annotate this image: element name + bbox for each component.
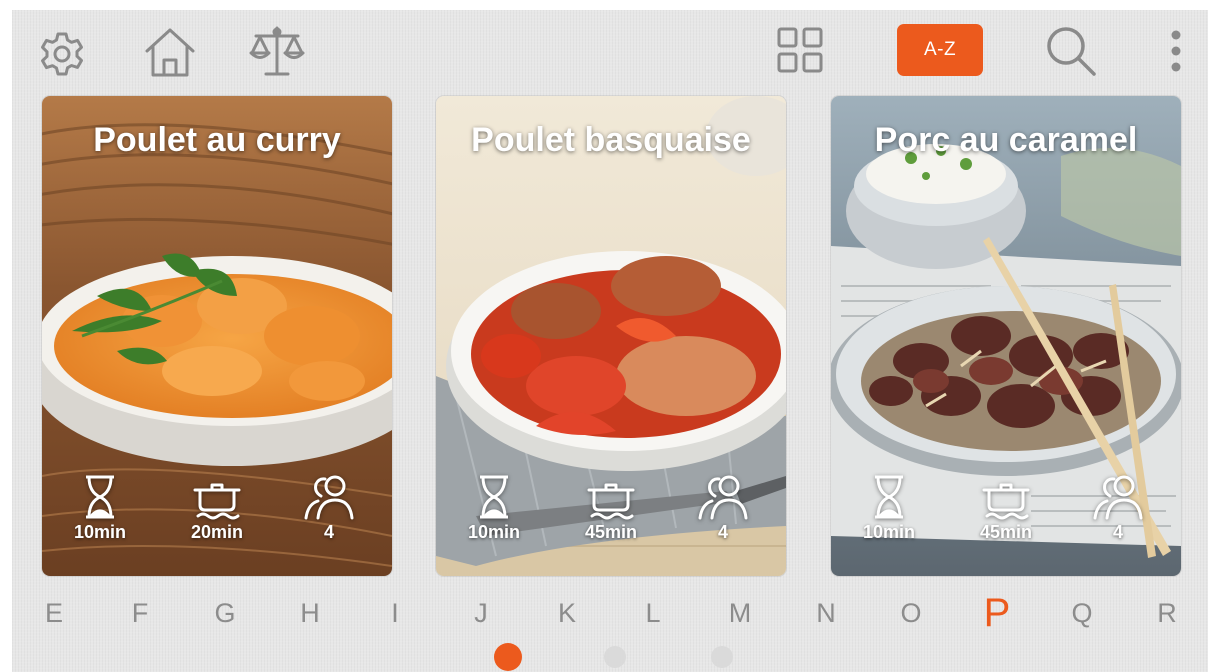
home-icon[interactable] xyxy=(142,24,198,80)
letter-f[interactable]: F xyxy=(110,588,170,638)
cooking-pot-icon xyxy=(982,483,1030,520)
letter-o[interactable]: O xyxy=(881,588,941,638)
cooking-pot-icon xyxy=(193,483,241,520)
cook-time: 45min xyxy=(566,474,656,543)
hourglass-icon xyxy=(875,475,903,519)
people-icon xyxy=(698,475,748,520)
recipe-title: Poulet au curry xyxy=(93,121,341,159)
letter-j[interactable]: J xyxy=(451,588,511,638)
scale-icon[interactable] xyxy=(248,22,306,80)
recipe-card-porc-au-caramel[interactable]: Porc au caramel 10min 45min 4 xyxy=(831,96,1181,576)
letter-n[interactable]: N xyxy=(796,588,856,638)
letter-h[interactable]: H xyxy=(280,588,340,638)
search-icon[interactable] xyxy=(1044,24,1098,78)
letter-i[interactable]: I xyxy=(365,588,425,638)
cook-time-value: 20min xyxy=(190,522,244,542)
letter-g[interactable]: G xyxy=(195,588,255,638)
letter-e[interactable]: E xyxy=(24,588,84,638)
cook-time-value: 45min xyxy=(584,522,638,542)
recipe-card-poulet-basquaise[interactable]: Poulet basquaise 10min 45min 4 xyxy=(436,96,786,576)
servings-value: 4 xyxy=(323,522,334,542)
hourglass-icon xyxy=(480,475,508,519)
letter-m[interactable]: M xyxy=(710,588,770,638)
recipe-title: Porc au caramel xyxy=(874,121,1138,159)
prep-time-value: 10min xyxy=(467,522,521,542)
recipe-title: Poulet basquaise xyxy=(471,121,751,159)
cook-time: 45min xyxy=(961,474,1051,543)
servings: 4 xyxy=(678,474,768,543)
grid-view-icon[interactable] xyxy=(776,26,824,74)
letter-r[interactable]: R xyxy=(1137,588,1197,638)
cook-time: 20min xyxy=(172,474,262,543)
prep-time: 10min xyxy=(55,474,145,543)
recipe-card-poulet-au-curry[interactable]: Poulet au curry 10min 20min 4 xyxy=(42,96,392,576)
page-dot-1[interactable] xyxy=(494,643,522,671)
letter-q[interactable]: Q xyxy=(1052,588,1112,638)
hourglass-icon xyxy=(86,475,114,519)
page-dot-3[interactable] xyxy=(711,646,733,668)
prep-time-value: 10min xyxy=(862,522,916,542)
prep-time-value: 10min xyxy=(73,522,127,542)
cooking-pot-icon xyxy=(587,483,635,520)
recipe-browser-screen: A-Z Poulet au curry 10min 20min 4 Poulet… xyxy=(12,10,1208,672)
people-icon xyxy=(304,475,354,520)
page-dot-2[interactable] xyxy=(604,646,626,668)
servings: 4 xyxy=(1073,474,1163,543)
people-icon xyxy=(1093,475,1143,520)
servings-value: 4 xyxy=(717,522,728,542)
letter-l[interactable]: L xyxy=(623,588,683,638)
prep-time: 10min xyxy=(449,474,539,543)
letter-p[interactable]: P xyxy=(967,588,1027,638)
servings: 4 xyxy=(284,474,374,543)
cook-time-value: 45min xyxy=(979,522,1033,542)
sort-az-button[interactable]: A-Z xyxy=(897,24,983,76)
servings-value: 4 xyxy=(1112,522,1123,542)
more-vertical-icon[interactable] xyxy=(1168,28,1184,74)
alphabet-index: E F G H I J K L M N O P Q R xyxy=(12,588,1208,638)
prep-time: 10min xyxy=(844,474,934,543)
letter-k[interactable]: K xyxy=(537,588,597,638)
gear-icon[interactable] xyxy=(38,30,86,78)
